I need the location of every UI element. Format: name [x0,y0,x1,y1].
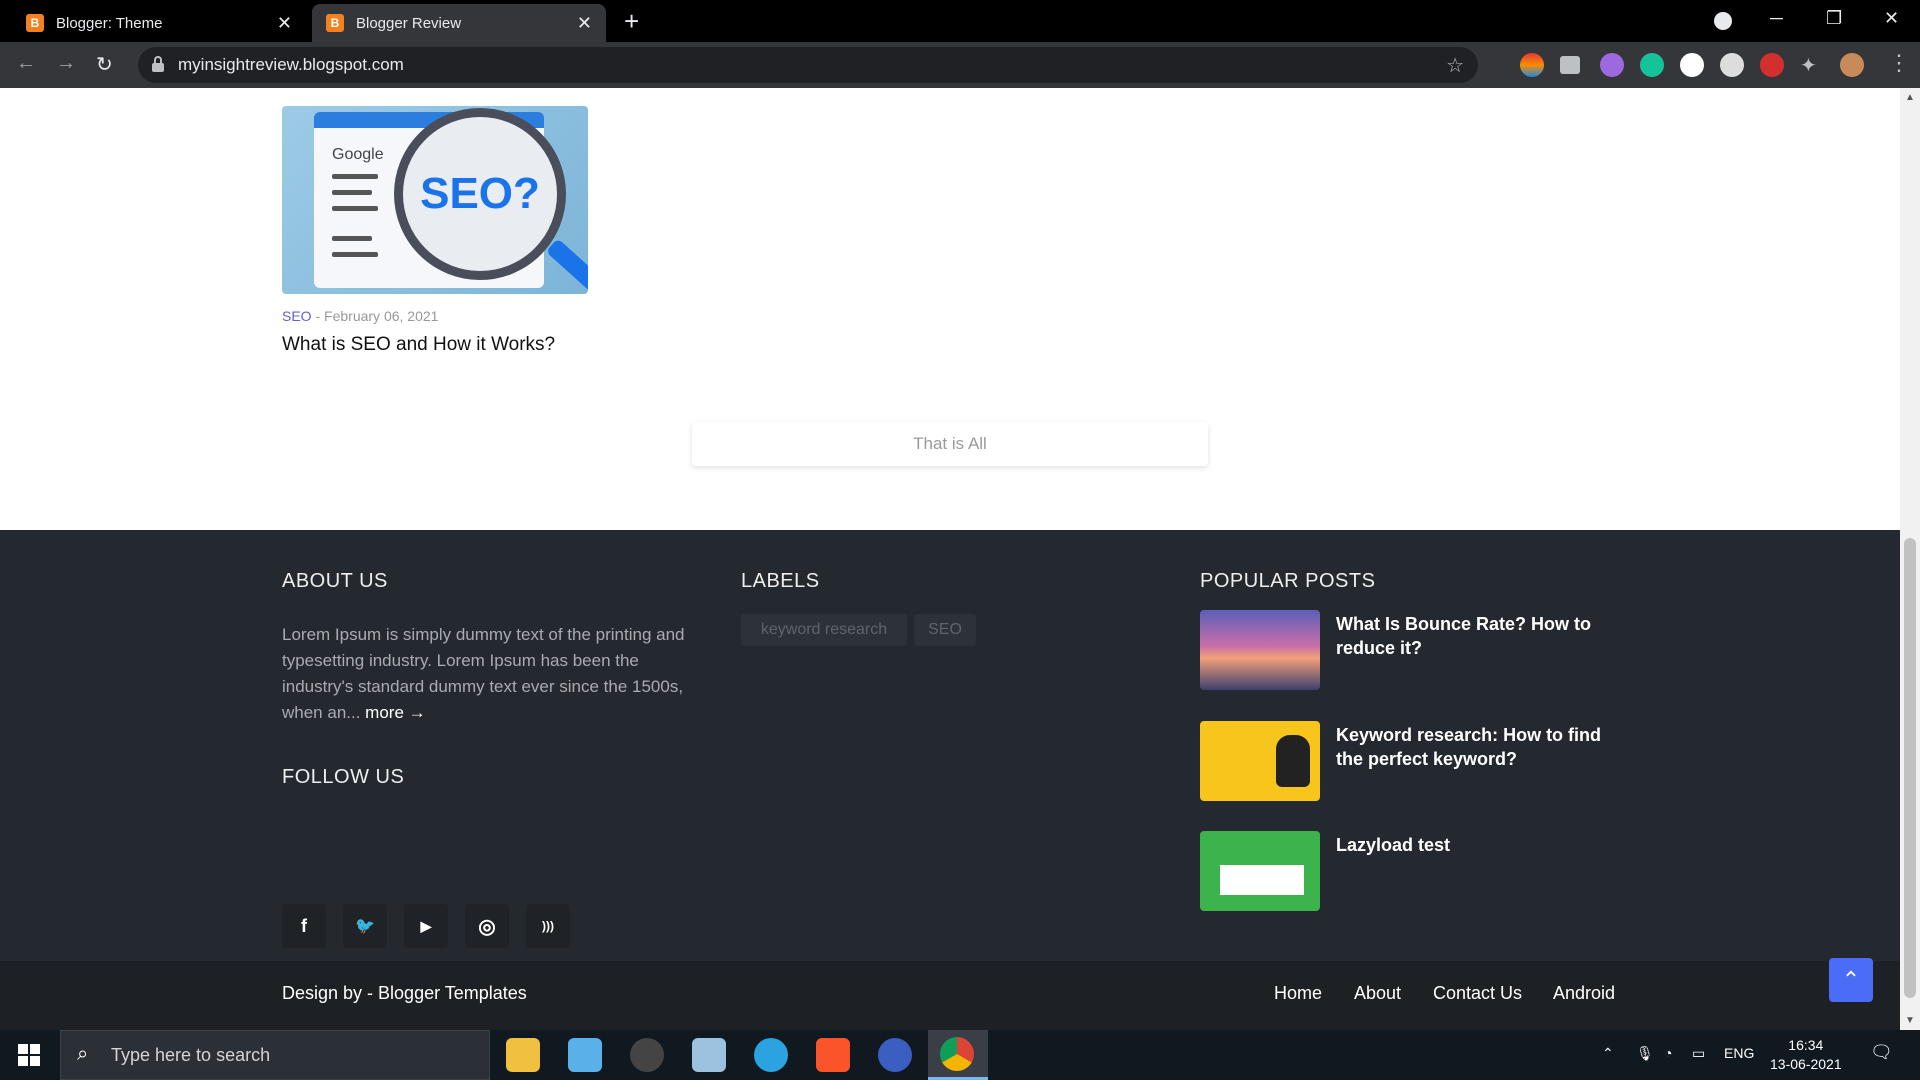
wifi-icon[interactable]: ◔ [1664,1045,1672,1061]
minimize-icon[interactable]: ─ [1770,8,1783,29]
battery-icon[interactable]: ▭ [1692,1045,1705,1062]
blogger-favicon-icon: B [326,14,344,32]
notifications-icon[interactable]: 🗨 [1870,1042,1893,1063]
reload-icon[interactable]: ↻ [96,52,113,77]
browser-menu-icon[interactable]: ⋮ [1888,50,1910,76]
extension-screen-icon[interactable] [1560,56,1580,74]
post-thumbnail[interactable]: Google SEO? [282,106,588,294]
lock-icon [152,56,164,72]
back-icon[interactable]: ← [16,52,36,75]
tab-search-icon[interactable] [1714,12,1732,30]
forward-icon[interactable]: → [56,52,76,75]
popular-post-thumbnail[interactable] [1200,610,1320,690]
close-tab-icon[interactable]: ✕ [577,13,592,34]
clock-time: 16:34 [1788,1037,1824,1053]
close-window-icon[interactable]: ✕ [1884,8,1899,29]
footer-nav-contact[interactable]: Contact Us [1433,983,1522,1004]
post-meta: SEO - February 06, 2021 [282,308,439,324]
seo-caption: SEO? [420,169,540,218]
post-label-link[interactable]: SEO [282,308,312,324]
ninja-illustration [1276,735,1310,787]
youtube-icon[interactable]: ▶ [404,904,448,948]
browser-tab-strip: B Blogger: Theme ✕ B Blogger Review ✕ + … [0,0,1920,42]
pagination-end-button[interactable]: That is All [692,422,1208,466]
post-date: February 06, 2021 [324,308,439,324]
popular-post-title[interactable]: Keyword research: How to find the perfec… [1336,723,1626,771]
photos-icon[interactable] [692,1038,726,1072]
bookmark-star-icon[interactable]: ☆ [1446,53,1464,78]
magnifier-handle [545,238,588,292]
popular-post-thumbnail[interactable] [1200,831,1320,911]
extensions-puzzle-icon[interactable]: ✦ [1800,53,1824,77]
chrome-icon [940,1037,974,1071]
browser-toolbar: ← → ↻ myinsightreview.blogspot.com ☆ ✦ ⋮ [0,42,1920,88]
chrome-taskbar-button[interactable] [928,1030,988,1080]
extension-purple-icon[interactable] [1600,53,1624,77]
obs-icon[interactable] [630,1038,664,1072]
extension-eyedropper-icon[interactable] [1720,53,1744,77]
close-tab-icon[interactable]: ✕ [277,13,292,34]
popular-post-title[interactable]: Lazyload test [1336,833,1626,857]
post-title[interactable]: What is SEO and How it Works? [282,334,588,356]
search-placeholder: Type here to search [111,1045,271,1065]
post-card[interactable]: Google SEO? SEO - February 06, 2021 What… [282,106,588,356]
tab-blogger-theme[interactable]: B Blogger: Theme ✕ [12,4,306,42]
file-explorer-icon[interactable] [506,1038,540,1072]
label-tag[interactable]: keyword research [741,614,907,646]
language-indicator[interactable]: ENG [1724,1045,1754,1061]
twitter-icon[interactable]: 🐦 [343,904,387,948]
tab-blogger-review[interactable]: B Blogger Review ✕ [312,4,606,42]
footer-nav-about[interactable]: About [1354,983,1401,1004]
blogger-favicon-icon: B [26,14,44,32]
profile-avatar[interactable] [1840,53,1864,77]
magnifier-icon: SEO? [394,108,566,280]
extension-font-icon[interactable] [1680,53,1704,77]
labels-heading: LABELS [741,570,820,592]
search-icon: ⌕ [77,1043,89,1065]
url-text: myinsightreview.blogspot.com [178,55,404,74]
extension-red-icon[interactable] [1760,53,1784,77]
footer-bottom-bar: Design by - Blogger Templates Home About… [0,961,1900,1030]
windows-taskbar: ⌕ Type here to search ⌃ 🎙 ◔ ▭ ENG 16:34 … [0,1030,1920,1080]
system-clock[interactable]: 16:34 13-06-2021 [1770,1036,1842,1074]
footer-nav-home[interactable]: Home [1274,983,1322,1004]
design-credit[interactable]: Design by - Blogger Templates [282,983,527,1004]
rss-icon[interactable]: ))) [526,904,570,948]
google-brand-text: Google [332,146,384,163]
tab-title: Blogger: Theme [56,14,163,32]
keyword-density-card [1220,865,1304,895]
extension-new-icon[interactable] [1520,53,1544,77]
notepad-icon[interactable] [568,1038,602,1072]
app-icon[interactable] [878,1038,912,1072]
microphone-icon[interactable]: 🎙 [1636,1045,1654,1062]
tab-title: Blogger Review [356,14,462,32]
more-link[interactable]: more → [365,703,425,722]
grammarly-icon[interactable] [1640,53,1664,77]
follow-heading: FOLLOW US [282,766,405,788]
popular-post-thumbnail[interactable] [1200,721,1320,801]
label-tag[interactable]: SEO [914,614,976,646]
new-tab-button[interactable]: + [624,8,639,34]
telegram-icon[interactable] [754,1038,788,1072]
about-text: Lorem Ipsum is simply dummy text of the … [282,625,685,722]
page-scrollbar[interactable]: ▲ ▼ [1900,88,1920,1030]
back-to-top-button[interactable]: ⌃ [1829,958,1873,1002]
tray-overflow-icon[interactable]: ⌃ [1602,1045,1614,1062]
footer-nav-android[interactable]: Android [1553,983,1615,1004]
popular-post-title[interactable]: What Is Bounce Rate? How to reduce it? [1336,612,1626,660]
instagram-icon[interactable]: ◎ [465,904,509,948]
popular-heading: POPULAR POSTS [1200,570,1376,592]
restore-icon[interactable]: ❐ [1826,8,1842,29]
taskbar-search-input[interactable]: ⌕ Type here to search [60,1030,490,1080]
page-viewport: Google SEO? SEO - February 06, 2021 What… [0,88,1900,1030]
about-heading: ABOUT US [282,570,388,592]
site-footer: ABOUT US Lorem Ipsum is simply dummy tex… [0,530,1900,961]
brave-icon[interactable] [816,1038,850,1072]
windows-start-icon[interactable] [18,1044,40,1066]
clock-date: 13-06-2021 [1770,1056,1842,1072]
scrollbar-thumb[interactable] [1904,538,1916,998]
address-bar[interactable]: myinsightreview.blogspot.com ☆ [138,47,1478,83]
facebook-icon[interactable]: f [282,904,326,948]
